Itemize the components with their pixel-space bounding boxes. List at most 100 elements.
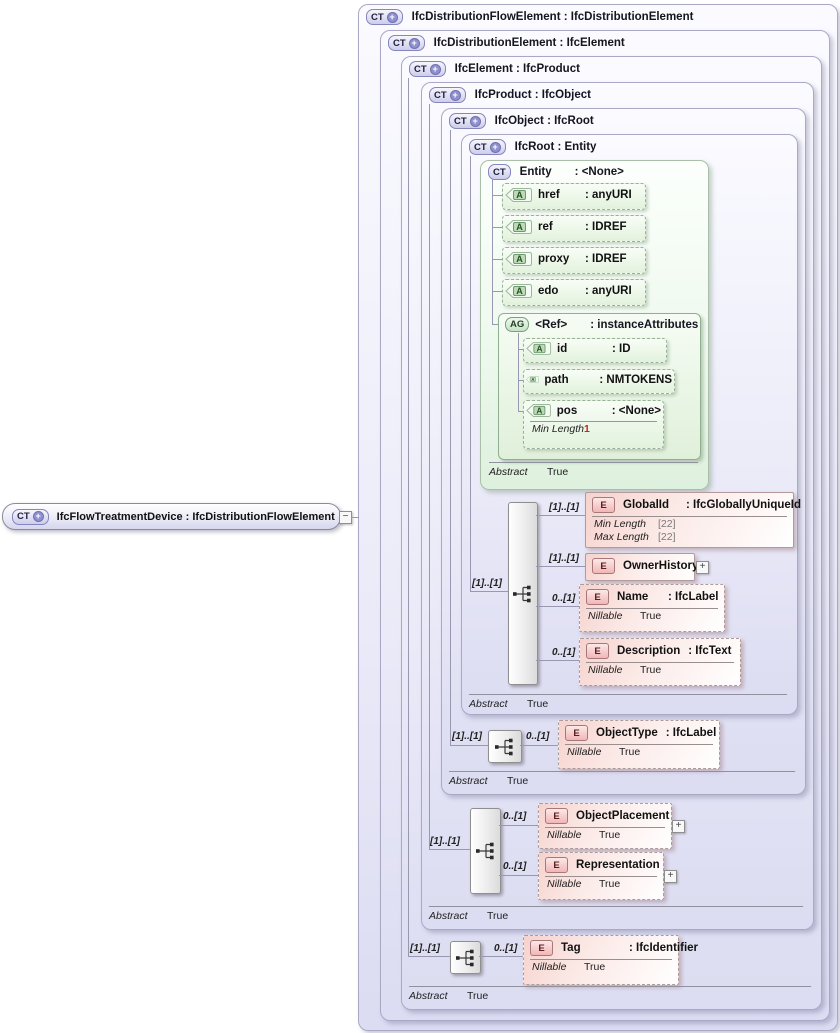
connector: [429, 104, 430, 849]
connector: [408, 78, 409, 956]
derived-plus-icon: +: [489, 141, 501, 153]
svg-text:A: A: [531, 377, 534, 382]
facet-separator: [545, 827, 665, 828]
type-header: CT + IfcRoot : Entity: [469, 139, 596, 155]
element-icon: E: [545, 857, 568, 873]
facet-separator: [586, 662, 734, 663]
expand-button[interactable]: +: [672, 820, 685, 833]
facet-max-length: Max Length [22]: [594, 530, 676, 543]
attribute-type: : anyURI: [585, 189, 632, 201]
group-type: : instanceAttributes: [590, 318, 699, 331]
sequence-compositor: [488, 730, 522, 763]
cardinality-label: [1]..[1]: [452, 731, 482, 742]
attribute-icon: A: [505, 284, 532, 298]
type-title: IfcRoot : Entity: [514, 141, 597, 153]
root-element-node[interactable]: CT + IfcFlowTreatmentDevice : IfcDistribu…: [2, 503, 341, 530]
connector: [408, 956, 450, 957]
type-header: CT + IfcElement : IfcProduct: [409, 61, 580, 77]
cardinality-label: [1]..[1]: [549, 502, 579, 513]
svg-text:A: A: [516, 286, 523, 296]
connector: [492, 227, 502, 228]
cardinality-label: [1]..[1]: [472, 578, 502, 589]
connector: [429, 849, 470, 850]
derived-plus-icon: +: [469, 115, 481, 127]
complex-type-icon: CT +: [388, 35, 425, 51]
attribute-pos: A pos : <None> Min Length 1: [523, 400, 664, 449]
attribute-type: : IDREF: [585, 221, 627, 233]
svg-text:A: A: [516, 254, 523, 264]
element-icon: E: [592, 497, 615, 513]
element-icon: E: [565, 725, 588, 741]
derived-plus-icon: +: [449, 89, 461, 101]
attribute-type: : ID: [612, 342, 631, 355]
facet-separator: [545, 876, 657, 877]
cardinality-label: 0..[1]: [503, 861, 527, 872]
facet-separator: [530, 421, 657, 422]
connector: [499, 825, 538, 826]
abstract-row: Abstract True: [409, 990, 489, 1002]
complex-type-icon: CT +: [409, 61, 446, 77]
connector: [470, 156, 471, 591]
complex-type-icon: CT +: [469, 139, 506, 155]
svg-text:A: A: [516, 190, 523, 200]
facet-nillable: Nillable True: [547, 829, 621, 841]
facet-nillable: Nillable True: [588, 610, 662, 622]
expand-button[interactable]: +: [664, 870, 677, 883]
abstract-separator: [489, 462, 698, 463]
connector: [492, 291, 502, 292]
sequence-compositor: [470, 808, 501, 894]
svg-text:A: A: [536, 406, 542, 415]
cardinality-label: 0..[1]: [494, 943, 518, 954]
connector: [520, 745, 558, 746]
facet-separator: [565, 744, 713, 745]
sequence-icon: [455, 949, 474, 966]
attribute-id: A id : ID: [523, 338, 667, 363]
attribute-type: : IDREF: [585, 253, 627, 265]
expand-button[interactable]: +: [696, 561, 709, 574]
abstract-separator: [429, 906, 803, 907]
type-title: IfcElement : IfcProduct: [454, 63, 580, 75]
attribute-type: : NMTOKENS: [599, 373, 672, 386]
element-icon: E: [586, 589, 609, 605]
group-name: <Ref>: [535, 318, 568, 331]
cardinality-label: 0..[1]: [552, 593, 576, 604]
element-tag: E Tag : IfcIdentifier Nillable True: [523, 935, 698, 985]
connector: [450, 130, 451, 745]
complex-type-icon: CT: [488, 164, 511, 180]
attribute-name: ref: [538, 221, 553, 233]
element-globalid: E GlobalId : IfcGloballyUniqueId Min Len…: [585, 492, 801, 548]
abstract-row: Abstract True: [429, 910, 509, 922]
derived-plus-icon: +: [386, 11, 398, 23]
type-header: CT + IfcDistributionFlowElement : IfcDist…: [366, 9, 693, 25]
attribute-name: pos: [556, 404, 578, 417]
entity-header: CT Entity : <None>: [488, 164, 624, 180]
attribute-icon: A: [526, 404, 551, 417]
attribute-path: A path : NMTOKENS: [523, 369, 675, 394]
type-header: CT + IfcProduct : IfcObject: [429, 87, 591, 103]
abstract-row: Abstract True: [449, 775, 529, 787]
cardinality-label: [1]..[1]: [410, 943, 440, 954]
attribute-icon: A: [505, 252, 532, 266]
element-objectplacement: E ObjectPlacement Nillable True: [538, 803, 672, 849]
sequence-icon: [475, 842, 494, 860]
element-icon: E: [545, 808, 568, 824]
complex-type-icon: CT +: [449, 113, 486, 129]
attribute-name: path: [544, 373, 569, 386]
element-representation: E Representation Nillable True: [538, 852, 664, 900]
connector: [492, 195, 502, 196]
attribute-edo: A edo : anyURI: [502, 279, 646, 306]
element-icon: E: [586, 643, 609, 659]
facet-separator: [592, 516, 787, 517]
attribute-group-icon: AG: [505, 317, 530, 332]
facet-min-length: Min Length [22]: [594, 518, 676, 530]
attribute-name: href: [538, 189, 560, 201]
connector: [450, 745, 488, 746]
connector: [536, 515, 585, 516]
root-element-label: IfcFlowTreatmentDevice : IfcDistribution…: [56, 510, 335, 523]
connector: [492, 259, 502, 260]
abstract-separator: [409, 986, 811, 987]
abstract-separator: [449, 771, 795, 772]
attribute-icon: A: [526, 376, 539, 383]
facet-nillable: Nillable True: [567, 746, 641, 758]
complex-type-icon: CT +: [366, 9, 403, 25]
